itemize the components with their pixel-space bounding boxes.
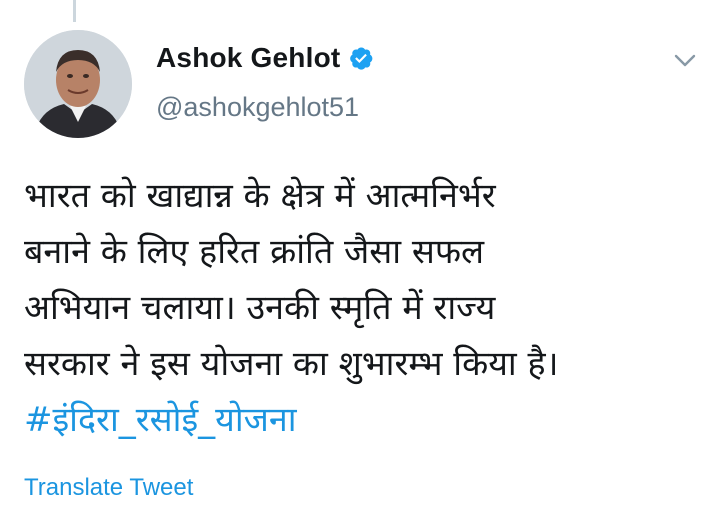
tweet-text-line: बनाने के लिए हरित क्रांति जैसा सफल xyxy=(24,232,485,272)
chevron-down-icon[interactable] xyxy=(670,50,700,72)
tweet-card: Ashok Gehlot @ashokgehlot51 भारत को खाद्… xyxy=(0,0,720,516)
tweet-text-line: सरकार ने इस योजना का शुभारम्भ किया है। xyxy=(24,344,559,384)
avatar[interactable] xyxy=(24,30,132,138)
author-name-row: Ashok Gehlot xyxy=(156,42,374,74)
tweet-text-line: अभियान चलाया। उनकी स्मृति में राज्य xyxy=(24,288,496,328)
tweet-text-line: भारत को खाद्यान्न के क्षेत्र में आत्मनिर… xyxy=(24,176,496,216)
hashtag-link[interactable]: #इंदिरा_रसोई_योजना xyxy=(24,392,704,448)
verified-badge-icon xyxy=(348,45,374,71)
thread-line xyxy=(73,0,76,22)
tweet-text: भारत को खाद्यान्न के क्षेत्र में आत्मनिर… xyxy=(24,168,704,448)
author-display-name[interactable]: Ashok Gehlot xyxy=(156,42,340,74)
translate-tweet-link[interactable]: Translate Tweet xyxy=(24,474,193,502)
author-handle[interactable]: @ashokgehlot51 xyxy=(156,92,359,123)
